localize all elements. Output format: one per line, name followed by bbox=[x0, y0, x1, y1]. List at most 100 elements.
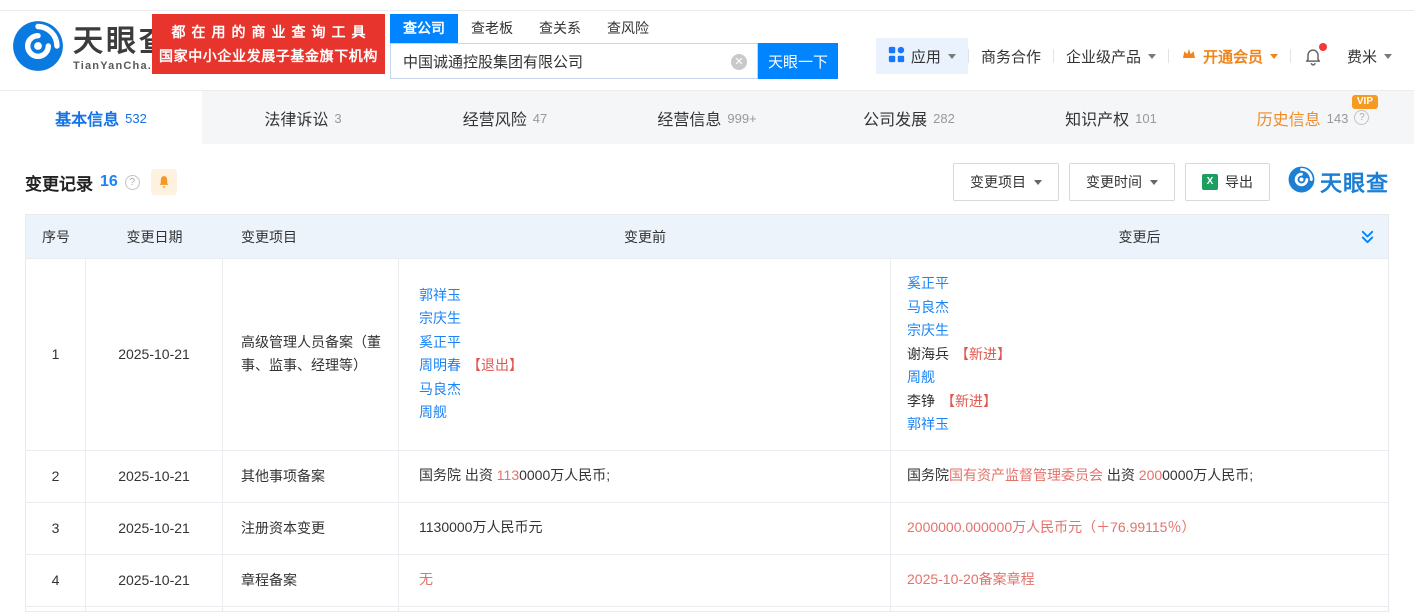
search-button[interactable]: 天眼一下 bbox=[758, 43, 838, 79]
watermark-logo-icon bbox=[1288, 166, 1315, 198]
cell-line: 宗庆生 bbox=[419, 307, 461, 331]
cell-text: 【退出】 bbox=[467, 357, 523, 373]
username: 费米 bbox=[1347, 46, 1377, 67]
table-body: 12025-10-21高级管理人员备案（董事、监事、经理等）郭祥玉宗庆生奚正平周… bbox=[26, 258, 1388, 611]
before-cell: 无 bbox=[399, 555, 891, 606]
company-tab[interactable]: 知识产权101 bbox=[1010, 91, 1212, 144]
notifications-button[interactable] bbox=[1291, 38, 1335, 74]
entity-link[interactable]: 宗庆生 bbox=[907, 322, 949, 338]
section-title: 变更记录 bbox=[25, 170, 93, 195]
company-tab[interactable]: 经营信息999+ bbox=[606, 91, 808, 144]
before-cell: 郭祥玉宗庆生奚正平周明春【退出】马良杰周舰 bbox=[399, 259, 891, 450]
search-type-tab[interactable]: 查关系 bbox=[526, 14, 594, 43]
company-tabbar: 基本信息 532 法律诉讼3经营风险47经营信息999+ 公司发展 282 知识产权101… bbox=[0, 90, 1414, 144]
search-type-tab[interactable]: 查公司 bbox=[390, 14, 458, 43]
apps-label: 应用 bbox=[911, 46, 941, 67]
vip-badge: VIP bbox=[1352, 95, 1378, 109]
help-icon[interactable]: ? bbox=[1354, 110, 1369, 125]
cell-line: 国务院国有资产监督管理委员会 出资 2000000万人民币; bbox=[907, 464, 1253, 488]
search-type-tab[interactable]: 查老板 bbox=[458, 14, 526, 43]
tab-label: 基本信息 bbox=[55, 106, 119, 130]
site-header: 天眼查 TianYanCha.com 都在用的商业查询工具 国家中小企业发展子基… bbox=[0, 11, 1414, 90]
clear-input-icon[interactable]: ✕ bbox=[731, 54, 747, 70]
table-row: 22025-10-21其他事项备案国务院 出资 1130000万人民币;国务院国… bbox=[26, 450, 1388, 502]
col-header-before: 变更前 bbox=[399, 227, 891, 247]
collapse-double-chevron-icon[interactable] bbox=[1359, 228, 1376, 245]
change-records-table: 序号 变更日期 变更项目 变更前 变更后 12025-10-21高级管理人员备案… bbox=[25, 214, 1389, 612]
entity-link[interactable]: 周舰 bbox=[907, 369, 935, 385]
help-icon[interactable]: ? bbox=[125, 175, 140, 190]
cell-line: 郭祥玉 bbox=[907, 413, 949, 437]
tab-count: 282 bbox=[933, 111, 955, 126]
company-tab[interactable]: 历史信息143VIP? bbox=[1212, 91, 1414, 144]
cell-text: 谢海兵 bbox=[907, 346, 949, 362]
business-cooperation-link[interactable]: 商务合作 bbox=[969, 38, 1053, 74]
entity-link[interactable]: 奚正平 bbox=[907, 275, 949, 291]
entity-link[interactable]: 奚正平 bbox=[419, 334, 461, 350]
export-button[interactable]: X 导出 bbox=[1185, 163, 1270, 201]
table-row-partial bbox=[26, 606, 1388, 611]
chevron-down-icon bbox=[1150, 180, 1158, 185]
row-index: 2 bbox=[26, 451, 86, 502]
crown-icon bbox=[1181, 46, 1197, 66]
col-header-date: 变更日期 bbox=[86, 227, 223, 247]
subscribe-bell-icon bbox=[157, 175, 171, 189]
search-box: ✕ bbox=[390, 43, 758, 79]
company-tab[interactable]: 基本信息 532 bbox=[0, 91, 202, 144]
change-date: 2025-10-21 bbox=[86, 555, 223, 606]
cell-line: 郭祥玉 bbox=[419, 284, 461, 308]
company-tab[interactable]: 法律诉讼3 bbox=[202, 91, 404, 144]
chevron-down-icon bbox=[948, 54, 956, 59]
notification-dot bbox=[1319, 43, 1327, 51]
tab-label: 经营风险 bbox=[463, 106, 527, 130]
before-cell: 国务院 出资 1130000万人民币; bbox=[399, 451, 891, 502]
search-type-tab[interactable]: 查风险 bbox=[594, 14, 662, 43]
page: 天眼查 TianYanCha.com 都在用的商业查询工具 国家中小企业发展子基… bbox=[0, 0, 1414, 609]
cell-text: 200 bbox=[1139, 467, 1162, 483]
filter-change-item-button[interactable]: 变更项目 bbox=[953, 163, 1059, 201]
promo-line2: 国家中小企业发展子基金旗下机构 bbox=[159, 46, 378, 66]
section-count: 16 bbox=[100, 173, 118, 191]
entity-link[interactable]: 宗庆生 bbox=[419, 310, 461, 326]
user-menu[interactable]: 费米 bbox=[1335, 38, 1404, 74]
search-type-tabs: 查公司查老板查关系查风险 bbox=[390, 14, 838, 43]
after-cell: 2025-10-20备案章程 bbox=[891, 555, 1388, 606]
change-item: 其他事项备案 bbox=[223, 451, 399, 502]
cell-line: 奚正平 bbox=[419, 331, 461, 355]
cell-text: 113 bbox=[497, 467, 519, 483]
entity-link[interactable]: 郭祥玉 bbox=[907, 416, 949, 432]
filter-change-time-button[interactable]: 变更时间 bbox=[1069, 163, 1175, 201]
cell-line: 周舰 bbox=[419, 401, 447, 425]
entity-link[interactable]: 周明春 bbox=[419, 357, 461, 373]
search-input[interactable] bbox=[391, 44, 733, 78]
enterprise-products-menu[interactable]: 企业级产品 bbox=[1054, 38, 1168, 74]
entity-link[interactable]: 郭祥玉 bbox=[419, 287, 461, 303]
chevron-down-icon bbox=[1384, 54, 1392, 59]
entity-link[interactable]: 马良杰 bbox=[419, 381, 461, 397]
change-date: 2025-10-21 bbox=[86, 503, 223, 554]
tab-label: 经营信息 bbox=[657, 106, 721, 130]
tianyancha-watermark: 天眼查 bbox=[1288, 166, 1389, 198]
cell-line: 周舰 bbox=[907, 366, 935, 390]
col-header-after: 变更后 bbox=[891, 227, 1388, 247]
entity-link[interactable]: 马良杰 bbox=[907, 299, 949, 315]
tab-count: 3 bbox=[334, 111, 341, 126]
after-cell: 2000000.000000万人民币元（＋76.99115％） bbox=[891, 503, 1388, 554]
tianyancha-logo-icon bbox=[12, 20, 64, 77]
apps-menu[interactable]: 应用 bbox=[876, 38, 968, 74]
open-membership-menu[interactable]: 开通会员 bbox=[1169, 38, 1290, 74]
subscribe-bell-button[interactable] bbox=[151, 169, 177, 195]
company-tab[interactable]: 经营风险47 bbox=[404, 91, 606, 144]
company-tab[interactable]: 公司发展 282 bbox=[808, 91, 1010, 144]
entity-link[interactable]: 周舰 bbox=[419, 404, 447, 420]
cell-line: 马良杰 bbox=[907, 296, 949, 320]
col-header-index: 序号 bbox=[26, 227, 86, 247]
tab-count: 532 bbox=[125, 111, 147, 126]
before-cell: 1130000万人民币元 bbox=[399, 503, 891, 554]
cell-line: 2000000.000000万人民币元（＋76.99115％） bbox=[907, 516, 1195, 540]
promo-banner: 都在用的商业查询工具 国家中小企业发展子基金旗下机构 bbox=[152, 14, 385, 74]
tab-label: 历史信息 bbox=[1257, 106, 1321, 130]
cell-text: 国务院 bbox=[907, 467, 949, 483]
tab-label: 公司发展 bbox=[863, 106, 927, 130]
cell-line: 无 bbox=[419, 568, 433, 592]
